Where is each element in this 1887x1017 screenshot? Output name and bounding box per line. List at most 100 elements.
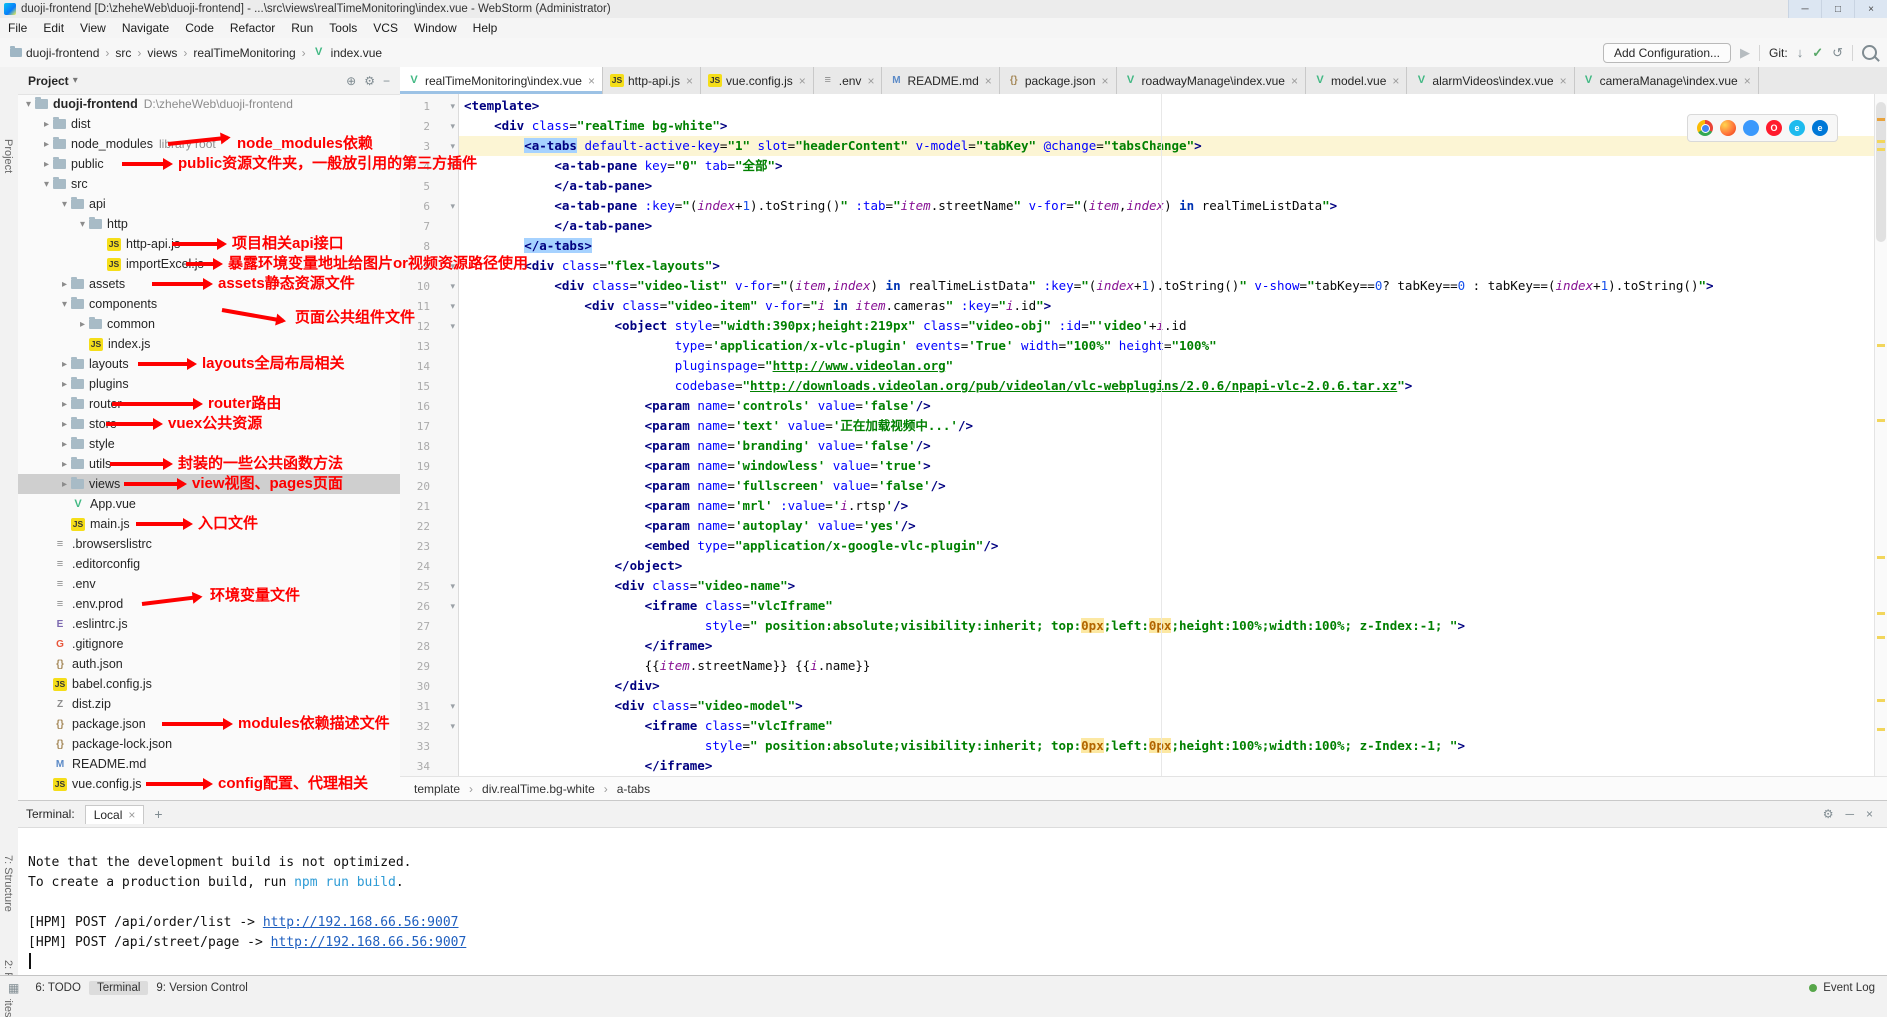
close-icon[interactable]: × [867,74,874,88]
code-line[interactable]: <param name='controls' value='false'/> [464,396,931,416]
tree-toggle-icon[interactable]: ▸ [58,459,71,470]
tree-item[interactable]: ▾http [18,214,400,234]
error-stripe-mark[interactable] [1877,140,1885,143]
minimize-panel-icon[interactable]: ─ [1845,807,1854,821]
tree-item[interactable]: Zdist.zip [18,694,400,714]
code-line[interactable]: {{item.streetName}} {{i.name}} [464,656,870,676]
menu-item-run[interactable]: Run [283,18,321,38]
tree-toggle-icon[interactable]: ▸ [58,279,71,290]
safari-icon[interactable] [1743,120,1759,136]
code-line[interactable]: <div class="video-list" v-for="(item,ind… [464,276,1714,296]
tree-item[interactable]: ▸node_moduleslibrary root [18,134,400,154]
code-line[interactable]: <div class="video-item" v-for="i in item… [464,296,1051,316]
breadcrumb-item[interactable]: realTimeMonitoring [191,46,297,60]
add-configuration-button[interactable]: Add Configuration... [1603,43,1731,63]
editor-tab[interactable]: MREADME.md× [882,67,999,94]
tree-item[interactable]: ▾src [18,174,400,194]
tree-toggle-icon[interactable]: ▾ [58,299,71,310]
code-line[interactable]: </iframe> [464,636,712,656]
chrome-icon[interactable] [1697,120,1713,136]
menu-item-code[interactable]: Code [177,18,222,38]
fold-icon[interactable]: ▾ [450,701,455,712]
gear-icon[interactable] [364,74,375,88]
close-icon[interactable]: × [686,74,693,88]
tree-toggle-icon[interactable]: ▾ [22,99,35,110]
editor-tab[interactable]: VcameraManage\index.vue× [1575,67,1759,94]
error-stripe-mark[interactable] [1877,699,1885,702]
fold-icon[interactable]: ▾ [450,301,455,312]
project-view-selector[interactable]: Project [28,74,69,88]
menu-item-help[interactable]: Help [465,18,506,38]
close-icon[interactable]: × [128,808,135,822]
firefox-icon[interactable] [1720,120,1736,136]
menu-item-window[interactable]: Window [406,18,465,38]
fold-icon[interactable]: ▾ [450,601,455,612]
code-line[interactable]: <object style="width:390px;height:219px"… [464,316,1187,336]
error-stripe-mark[interactable] [1877,728,1885,731]
tree-toggle-icon[interactable]: ▸ [58,439,71,450]
fold-icon[interactable]: ▾ [450,581,455,592]
tree-item[interactable]: {}auth.json [18,654,400,674]
menu-item-file[interactable]: File [0,18,35,38]
tree-item[interactable]: ▸layouts [18,354,400,374]
tree-toggle-icon[interactable]: ▸ [58,419,71,430]
fold-icon[interactable]: ▾ [450,101,455,112]
code-line[interactable]: </object> [464,556,682,576]
tree-item[interactable]: JSindex.js [18,334,400,354]
editor-tab[interactable]: Vmodel.vue× [1306,67,1407,94]
close-icon[interactable]: × [1744,74,1751,88]
code-line[interactable]: </a-tab-pane> [464,216,652,236]
status-bar-6-todo[interactable]: 6: TODO [27,981,89,995]
tree-toggle-icon[interactable]: ▸ [58,399,71,410]
code-line[interactable]: style=" position:absolute;visibility:inh… [464,616,1465,636]
tree-toggle-icon[interactable]: ▾ [58,199,71,210]
search-icon[interactable] [1862,45,1877,60]
tree-item[interactable]: ▸router [18,394,400,414]
tree-item[interactable]: ▸plugins [18,374,400,394]
error-stripe[interactable] [1874,94,1887,776]
close-icon[interactable]: × [985,74,992,88]
tree-item[interactable]: JSvue.config.js [18,774,400,794]
error-stripe-mark[interactable] [1877,636,1885,639]
code-line[interactable]: </div> [464,676,660,696]
tree-toggle-icon[interactable]: ▸ [58,359,71,370]
tree-item[interactable]: JSmain.js [18,514,400,534]
code-line[interactable]: </a-tab-pane> [464,176,652,196]
tree-item[interactable]: ≡.env.prod [18,594,400,614]
error-stripe-mark[interactable] [1877,612,1885,615]
code-line[interactable]: <iframe class="vlcIframe" [464,596,833,616]
fold-icon[interactable]: ▾ [450,161,455,172]
tree-item[interactable]: ≡.browserslistrc [18,534,400,554]
code-line[interactable]: type='application/x-vlc-plugin' events='… [464,336,1217,356]
tree-item[interactable]: ▸common [18,314,400,334]
menu-item-refactor[interactable]: Refactor [222,18,283,38]
tree-item[interactable]: VApp.vue [18,494,400,514]
code-line[interactable]: <embed type="application/x-google-vlc-pl… [464,536,998,556]
tree-item[interactable]: ▸style [18,434,400,454]
tree-item[interactable]: ≡.editorconfig [18,554,400,574]
close-icon[interactable]: × [799,74,806,88]
tree-item[interactable]: JShttp-api.js [18,234,400,254]
hide-panel-icon[interactable] [383,74,390,88]
tool-windows-icon[interactable] [0,980,27,996]
ie-icon[interactable]: e [1789,120,1805,136]
tree-item[interactable]: ▾duoji-frontendD:\zheheWeb\duoji-fronten… [18,94,400,114]
code-line[interactable]: <iframe class="vlcIframe" [464,716,833,736]
opera-icon[interactable]: O [1766,120,1782,136]
tree-item[interactable]: {}package-lock.json [18,734,400,754]
code-line[interactable]: <param name='mrl' :value='i.rtsp'/> [464,496,908,516]
fold-icon[interactable]: ▾ [450,281,455,292]
tool-stripe-structure[interactable]: 7: Structure [2,855,14,912]
code-line[interactable]: <a-tab-pane :key="(index+1).toString()" … [464,196,1337,216]
code-line[interactable]: <a-tabs default-active-key="1" slot="hea… [464,136,1202,156]
gear-icon[interactable] [1823,807,1834,821]
breadcrumb-item[interactable]: a-tabs [615,782,652,796]
code-line[interactable]: </iframe> [464,756,712,776]
tree-toggle-icon[interactable]: ▸ [58,479,71,490]
locate-file-icon[interactable] [346,74,356,88]
fold-icon[interactable]: ▾ [450,321,455,332]
close-button[interactable]: × [1854,0,1887,18]
tree-item[interactable]: E.eslintrc.js [18,614,400,634]
menu-item-vcs[interactable]: VCS [365,18,406,38]
git-revert-icon[interactable] [1832,45,1843,61]
